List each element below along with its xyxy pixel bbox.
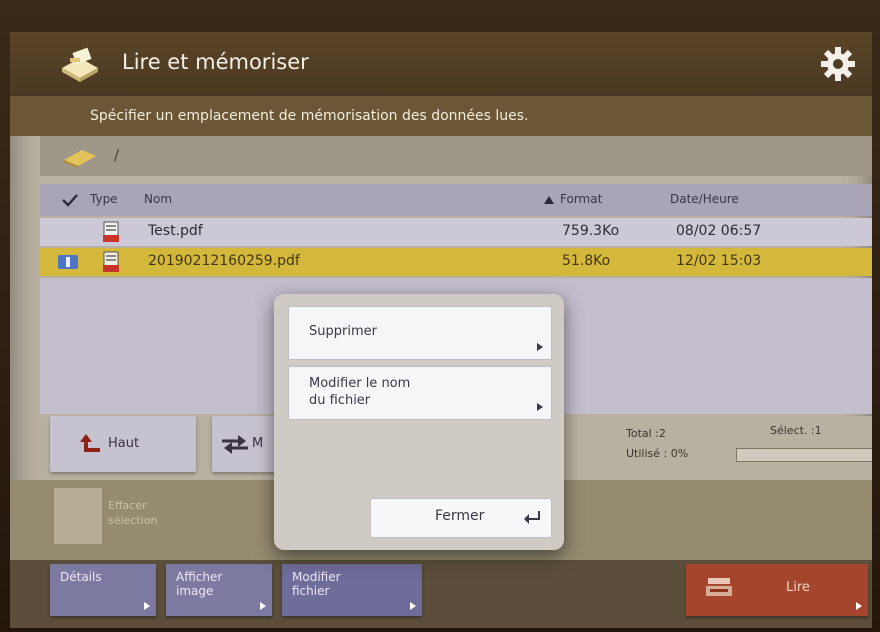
check-icon[interactable] [62,193,78,207]
read-button[interactable]: Lire [686,564,868,616]
modify-file-button[interactable]: Modifier fichier [282,564,422,616]
table-row[interactable]: 20190212160259.pdf 51.8Ko 12/02 15:03 [40,248,872,276]
chevron-right-icon [260,602,266,610]
clear-selection-button[interactable]: Effacer sélection [54,488,182,544]
file-list-header: Type Nom Format Date/Heure [40,184,872,216]
pdf-file-icon [103,221,119,242]
move-button-label: M [252,436,264,451]
column-header-date[interactable]: Date/Heure [670,192,739,206]
rename-file-button[interactable]: Modifier le nom du fichier [288,366,552,420]
scan-and-store-icon [62,47,98,82]
sort-ascending-icon [544,196,554,204]
current-path: / [114,146,120,164]
show-image-button-label: Afficher image [176,570,223,598]
gear-icon[interactable] [818,44,858,84]
swap-arrows-icon [222,435,248,454]
selected-item-icon [58,255,78,269]
used-percent: Utilisé : 0% [626,447,689,460]
scanner-icon [706,578,732,596]
up-button-label: Haut [108,436,140,451]
close-button-label: Fermer [435,508,485,524]
rename-label-line-2: du fichier [309,393,371,408]
chevron-right-icon [537,403,543,411]
clear-selection-box [54,488,102,544]
details-button-label: Détails [60,570,102,584]
file-date: 12/02 15:03 [676,253,762,269]
modify-file-button-label: Modifier fichier [292,570,341,598]
file-format: 759.3Ko [562,223,620,239]
up-arrow-icon [80,434,100,452]
show-image-button[interactable]: Afficher image [166,564,272,616]
details-button[interactable]: Détails [50,564,156,616]
chevron-right-icon [856,602,862,610]
touch-screen: Lire et mémoriser Spécifier un emplaceme… [10,32,872,628]
chevron-right-icon [410,602,416,610]
file-name: Test.pdf [148,223,203,239]
file-name: 20190212160259.pdf [148,253,300,269]
instruction-text: Spécifier un emplacement de mémorisation… [90,108,529,124]
bottom-toolbar: Détails Afficher image Modifier fichier … [10,560,872,628]
instruction-bar: Spécifier un emplacement de mémorisation… [10,96,872,136]
file-format: 51.8Ko [562,253,611,269]
memory-media-icon [64,150,96,168]
chevron-right-icon [537,343,543,351]
clear-selection-label: Effacer sélection [108,499,158,527]
selected-count: Sélect. :1 [770,424,822,437]
column-header-type[interactable]: Type [90,192,118,206]
chevron-right-icon [144,602,150,610]
delete-button-label: Supprimer [309,324,377,339]
read-button-label: Lire [786,580,810,595]
file-action-dialog: Supprimer Modifier le nom du fichier Fer… [274,294,564,550]
storage-stats: Total :2 Utilisé : 0% [626,424,688,464]
page-title: Lire et mémoriser [122,50,309,74]
rename-label-line-1: Modifier le nom [309,376,411,391]
total-count: Total :2 [626,427,666,440]
file-date: 08/02 06:57 [676,223,762,239]
column-header-name[interactable]: Nom [144,192,172,206]
enter-return-icon [524,511,540,524]
title-bar: Lire et mémoriser [10,32,872,96]
path-bar: / [40,136,872,176]
rename-file-button-label: Modifier le nom du fichier [309,375,410,409]
pdf-file-icon [103,251,119,272]
up-button[interactable]: Haut [50,416,196,472]
delete-button[interactable]: Supprimer [288,306,552,360]
usage-progress-bar [736,448,872,462]
close-button[interactable]: Fermer [370,498,552,538]
device-frame: Lire et mémoriser Spécifier un emplaceme… [0,0,880,632]
table-row[interactable]: Test.pdf 759.3Ko 08/02 06:57 [40,218,872,246]
column-header-format[interactable]: Format [560,192,602,206]
